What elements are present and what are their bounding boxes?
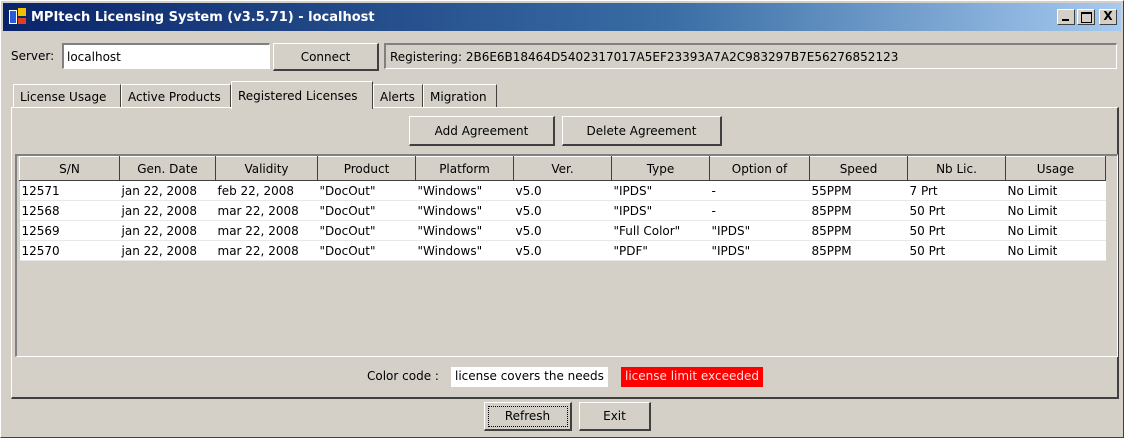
table-cell: 50 Prt: [907, 240, 1006, 261]
exit-button[interactable]: Exit: [579, 402, 651, 431]
table-cell: 85PPM: [809, 240, 908, 261]
table-cell: "Full Color": [611, 220, 710, 241]
column-header[interactable]: Product: [317, 156, 416, 181]
table-cell: 55PPM: [809, 180, 908, 201]
licenses-table-area[interactable]: S/N Gen. Date Validity Product Platform Ver. T…: [15, 154, 1118, 357]
table-row[interactable]: 12570 jan 22, 2008 mar 22, 2008 "DocOut" "Wi…: [19, 240, 1106, 261]
table-cell: "IPDS": [611, 180, 710, 201]
table-cell: mar 22, 2008: [215, 240, 318, 261]
table-cell: jan 22, 2008: [119, 200, 216, 221]
close-icon[interactable]: X: [1099, 9, 1117, 25]
licenses-table: S/N Gen. Date Validity Product Platform Ver. T…: [19, 156, 1106, 261]
table-cell: 50 Prt: [907, 220, 1006, 241]
table-cell: No Limit: [1005, 200, 1106, 221]
table-cell: "IPDS": [709, 220, 810, 241]
tab-active-products[interactable]: Active Products: [121, 84, 231, 108]
table-cell: jan 22, 2008: [119, 240, 216, 261]
table-cell: "Windows": [415, 220, 514, 241]
table-cell: jan 22, 2008: [119, 180, 216, 201]
table-cell: 12571: [19, 180, 120, 201]
table-cell: 85PPM: [809, 220, 908, 241]
table-row[interactable]: 12568 jan 22, 2008 mar 22, 2008 "DocOut" "Wi…: [19, 200, 1106, 221]
table-cell: 12569: [19, 220, 120, 241]
table-cell: No Limit: [1005, 180, 1106, 201]
table-cell: "PDF": [611, 240, 710, 261]
table-cell: "DocOut": [317, 240, 416, 261]
table-cell: "IPDS": [611, 200, 710, 221]
table-cell: v5.0: [513, 200, 612, 221]
tab-alerts[interactable]: Alerts: [373, 84, 423, 108]
column-header[interactable]: Type: [611, 156, 710, 181]
color-code-ok: license covers the needs: [451, 367, 608, 387]
table-cell: mar 22, 2008: [215, 220, 318, 241]
main-window: MPItech Licensing System (v3.5.71) - loc…: [0, 0, 1124, 438]
color-code-exceeded: license limit exceeded: [621, 367, 763, 387]
table-cell: "DocOut": [317, 180, 416, 201]
table-header: S/N Gen. Date Validity Product Platform Ver. T…: [19, 156, 1106, 181]
table-cell: -: [709, 180, 810, 201]
column-header[interactable]: Nb Lic.: [907, 156, 1006, 181]
table-cell: v5.0: [513, 180, 612, 201]
table-cell: -: [709, 200, 810, 221]
column-header[interactable]: Option of: [709, 156, 810, 181]
column-header[interactable]: Platform: [415, 156, 514, 181]
table-cell: v5.0: [513, 220, 612, 241]
table-cell: 50 Prt: [907, 200, 1006, 221]
column-header[interactable]: Gen. Date: [119, 156, 216, 181]
table-cell: feb 22, 2008: [215, 180, 318, 201]
table-cell: "Windows": [415, 200, 514, 221]
table-cell: 12570: [19, 240, 120, 261]
column-header[interactable]: Ver.: [513, 156, 612, 181]
table-cell: 7 Prt: [907, 180, 1006, 201]
refresh-button[interactable]: Refresh: [484, 402, 572, 431]
window-title: MPItech Licensing System (v3.5.71) - loc…: [31, 9, 375, 25]
table-cell: No Limit: [1005, 240, 1106, 261]
table-cell: 12568: [19, 200, 120, 221]
table-cell: "Windows": [415, 180, 514, 201]
connect-button[interactable]: Connect: [273, 43, 379, 71]
table-row[interactable]: 12571 jan 22, 2008 feb 22, 2008 "DocOut" "Wi…: [19, 180, 1106, 201]
window-controls: X: [1055, 9, 1117, 25]
table-cell: 85PPM: [809, 200, 908, 221]
server-label: Server:: [11, 49, 55, 63]
registration-status: Registering: 2B6E6B18464D5402317017A5EF2…: [384, 43, 1117, 69]
table-cell: mar 22, 2008: [215, 200, 318, 221]
table-cell: jan 22, 2008: [119, 220, 216, 241]
table-cell: "Windows": [415, 240, 514, 261]
table-row[interactable]: 12569 jan 22, 2008 mar 22, 2008 "DocOut" "Wi…: [19, 220, 1106, 241]
table-cell: "IPDS": [709, 240, 810, 261]
table-cell: v5.0: [513, 240, 612, 261]
column-header[interactable]: Usage: [1005, 156, 1106, 181]
server-input[interactable]: [62, 43, 270, 69]
tab-registered-licenses[interactable]: Registered Licenses: [231, 81, 373, 109]
table-cell: "DocOut": [317, 200, 416, 221]
color-code-label: Color code :: [367, 369, 439, 383]
table-cell: No Limit: [1005, 220, 1106, 241]
column-header[interactable]: Validity: [215, 156, 318, 181]
tab-migration[interactable]: Migration: [423, 84, 497, 108]
table-body: 12571 jan 22, 2008 feb 22, 2008 "DocOut" "Wi…: [19, 180, 1106, 261]
tab-license-usage[interactable]: License Usage: [13, 84, 121, 108]
app-icon: [9, 8, 27, 26]
column-header[interactable]: S/N: [19, 156, 120, 181]
table-cell: "DocOut": [317, 220, 416, 241]
maximize-icon[interactable]: [1077, 9, 1095, 25]
column-header[interactable]: Speed: [809, 156, 908, 181]
add-agreement-button[interactable]: Add Agreement: [409, 116, 555, 146]
delete-agreement-button[interactable]: Delete Agreement: [562, 116, 722, 146]
minimize-icon[interactable]: [1057, 9, 1075, 25]
title-bar[interactable]: MPItech Licensing System (v3.5.71) - loc…: [3, 3, 1121, 31]
